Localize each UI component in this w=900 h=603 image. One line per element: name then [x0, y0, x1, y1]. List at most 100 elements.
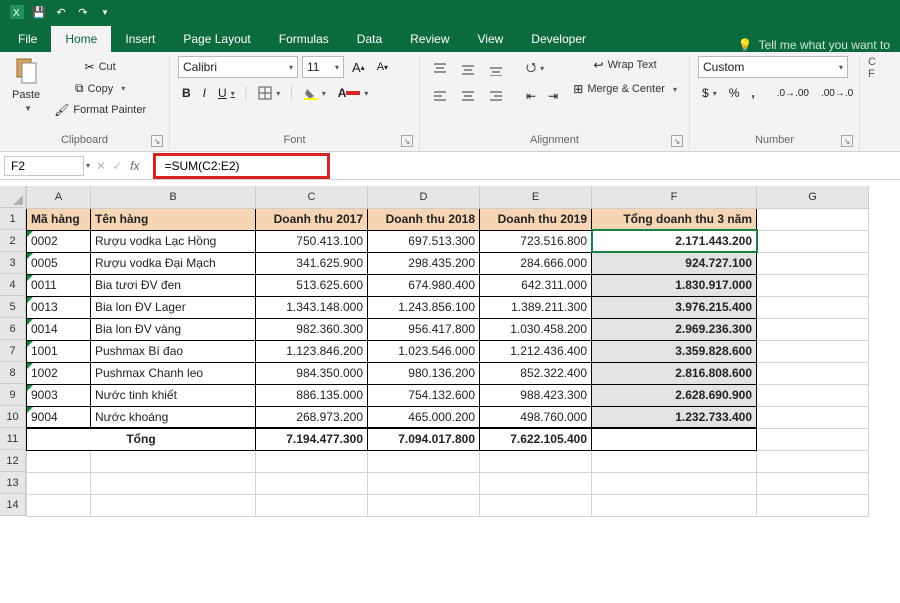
cell-f13[interactable]: [592, 472, 757, 494]
cell-a1[interactable]: Mã hàng: [27, 208, 91, 230]
align-top-button[interactable]: [428, 60, 452, 78]
cell-b13[interactable]: [91, 472, 256, 494]
undo-icon[interactable]: ↶: [54, 5, 68, 19]
cell-g4[interactable]: [757, 274, 869, 296]
cell-b1[interactable]: Tên hàng: [91, 208, 256, 230]
format-painter-button[interactable]: 🖌 Format Painter: [50, 101, 150, 119]
cell-c2[interactable]: 750.413.100: [256, 230, 368, 252]
tab-review[interactable]: Review: [396, 26, 463, 52]
row-header-11[interactable]: 11: [0, 428, 26, 450]
row-header-8[interactable]: 8: [0, 362, 26, 384]
cell-b12[interactable]: [91, 450, 256, 472]
cell-c3[interactable]: 341.625.900: [256, 252, 368, 274]
cell-a2[interactable]: 0002: [27, 230, 91, 252]
cell-d10[interactable]: 465.000.200: [368, 406, 480, 428]
cell-b8[interactable]: Pushmax Chanh leo: [91, 362, 256, 384]
select-all-corner[interactable]: [0, 186, 26, 208]
cell-g2[interactable]: [757, 230, 869, 252]
cell-c9[interactable]: 886.135.000: [256, 384, 368, 406]
cell-e2[interactable]: 723.516.800: [480, 230, 592, 252]
cell-d3[interactable]: 298.435.200: [368, 252, 480, 274]
cell-e13[interactable]: [480, 472, 592, 494]
dialog-launcher-icon[interactable]: ↘: [401, 135, 413, 147]
cell-b5[interactable]: Bia lon ĐV Lager: [91, 296, 256, 318]
italic-button[interactable]: I: [199, 84, 210, 102]
percent-format-button[interactable]: %: [725, 84, 744, 102]
cell-c10[interactable]: 268.973.200: [256, 406, 368, 428]
align-center-button[interactable]: [456, 87, 480, 105]
cell-c12[interactable]: [256, 450, 368, 472]
row-header-5[interactable]: 5: [0, 296, 26, 318]
cell-e3[interactable]: 284.666.000: [480, 252, 592, 274]
cell-b10[interactable]: Nước khoáng: [91, 406, 256, 428]
font-color-button[interactable]: A▾: [334, 84, 373, 102]
comma-format-button[interactable]: ,: [747, 84, 758, 102]
cancel-formula-icon[interactable]: ✕: [96, 159, 106, 173]
merge-center-button[interactable]: ⊞ Merge & Center ▾: [569, 80, 681, 98]
cell-d11[interactable]: 7.094.017.800: [368, 428, 480, 450]
cell-c13[interactable]: [256, 472, 368, 494]
cell-d2[interactable]: 697.513.300: [368, 230, 480, 252]
cell-d8[interactable]: 980.136.200: [368, 362, 480, 384]
cell-d1[interactable]: Doanh thu 2018: [368, 208, 480, 230]
cell-e4[interactable]: 642.311.000: [480, 274, 592, 296]
number-format-select[interactable]: Custom▾: [698, 56, 848, 78]
cell-g1[interactable]: [757, 208, 869, 230]
cell-c1[interactable]: Doanh thu 2017: [256, 208, 368, 230]
cell-e12[interactable]: [480, 450, 592, 472]
shrink-font-button[interactable]: A▾: [373, 59, 392, 75]
cell-g12[interactable]: [757, 450, 869, 472]
row-header-1[interactable]: 1: [0, 208, 26, 230]
cell-f3[interactable]: 924.727.100: [592, 252, 757, 274]
cell-g8[interactable]: [757, 362, 869, 384]
col-header-a[interactable]: A: [27, 186, 91, 208]
cell-a5[interactable]: 0013: [27, 296, 91, 318]
cell-f8[interactable]: 2.816.808.600: [592, 362, 757, 384]
row-header-7[interactable]: 7: [0, 340, 26, 362]
cell-d13[interactable]: [368, 472, 480, 494]
align-bottom-button[interactable]: [484, 60, 508, 78]
row-header-9[interactable]: 9: [0, 384, 26, 406]
tab-home[interactable]: Home: [51, 26, 111, 52]
tab-page-layout[interactable]: Page Layout: [169, 26, 264, 52]
cell-e9[interactable]: 988.423.300: [480, 384, 592, 406]
enter-formula-icon[interactable]: ✓: [112, 159, 122, 173]
cell-g14[interactable]: [757, 494, 869, 516]
cell-b7[interactable]: Pushmax Bí đao: [91, 340, 256, 362]
row-header-13[interactable]: 13: [0, 472, 26, 494]
cell-e1[interactable]: Doanh thu 2019: [480, 208, 592, 230]
cell-e5[interactable]: 1.389.211.300: [480, 296, 592, 318]
cell-d6[interactable]: 956.417.800: [368, 318, 480, 340]
formula-input[interactable]: [160, 155, 323, 177]
dialog-launcher-icon[interactable]: ↘: [841, 135, 853, 147]
col-header-f[interactable]: F: [592, 186, 757, 208]
decrease-indent-button[interactable]: ⇤: [522, 87, 540, 105]
col-header-b[interactable]: B: [91, 186, 256, 208]
cell-e8[interactable]: 852.322.400: [480, 362, 592, 384]
cell-c8[interactable]: 984.350.000: [256, 362, 368, 384]
cell-f2[interactable]: 2.171.443.200: [592, 230, 757, 252]
fx-icon[interactable]: fx: [130, 159, 139, 173]
cell-d5[interactable]: 1.243.856.100: [368, 296, 480, 318]
cell-b4[interactable]: Bia tươi ĐV đen: [91, 274, 256, 296]
align-right-button[interactable]: [484, 87, 508, 105]
cell-e11[interactable]: 7.622.105.400: [480, 428, 592, 450]
cell-a9[interactable]: 9003: [27, 384, 91, 406]
cell-f6[interactable]: 2.969.236.300: [592, 318, 757, 340]
cell-b14[interactable]: [91, 494, 256, 516]
row-header-3[interactable]: 3: [0, 252, 26, 274]
col-header-c[interactable]: C: [256, 186, 368, 208]
qat-dropdown-icon[interactable]: ▼: [98, 5, 112, 19]
cell-f7[interactable]: 3.359.828.600: [592, 340, 757, 362]
cell-f1[interactable]: Tổng doanh thu 3 năm: [592, 208, 757, 230]
accounting-format-button[interactable]: $▾: [698, 84, 721, 102]
cell-f5[interactable]: 3.976.215.400: [592, 296, 757, 318]
cell-g11[interactable]: [757, 428, 869, 450]
redo-icon[interactable]: ↷: [76, 5, 90, 19]
cell-d14[interactable]: [368, 494, 480, 516]
underline-button[interactable]: U▾: [214, 84, 239, 102]
name-box[interactable]: [4, 156, 84, 176]
row-header-10[interactable]: 10: [0, 406, 26, 428]
font-name-select[interactable]: Calibri▾: [178, 56, 298, 78]
cell-g6[interactable]: [757, 318, 869, 340]
